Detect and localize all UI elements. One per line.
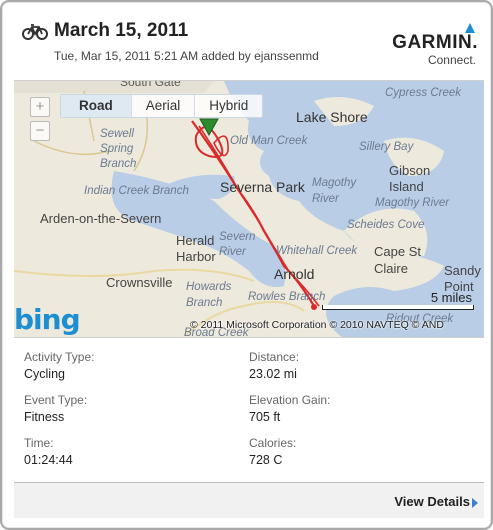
map-label: Crownsville — [106, 275, 173, 290]
map-label: South Gate — [120, 80, 181, 89]
map-label: Arden-on-the-Severn — [40, 211, 162, 226]
detail-value: 728 C — [249, 453, 283, 467]
map-label: Sillery Bay — [359, 141, 414, 153]
detail-activity-type: Activity Type: Cycling — [24, 350, 94, 381]
detail-distance: Distance: 23.02 mi — [249, 350, 299, 381]
detail-label: Calories: — [249, 436, 297, 450]
map-label: Howards Branch — [186, 281, 232, 309]
detail-label: Time: — [24, 436, 54, 450]
detail-label: Distance: — [249, 350, 300, 364]
scale-label: 5 miles — [430, 290, 472, 305]
garmin-connect-logo[interactable]: GARMIN. Connect. — [382, 20, 478, 68]
view-details-link[interactable]: View Details — [394, 494, 470, 509]
tab-road[interactable]: Road — [61, 95, 132, 117]
map-label: Cypress Creek — [385, 87, 462, 99]
map-view-tabs: Road Aerial Hybrid — [60, 94, 264, 118]
arrow-right-icon[interactable] — [472, 498, 478, 508]
bing-logo: bing — [14, 303, 81, 336]
detail-calories: Calories: 728 C — [249, 436, 296, 467]
detail-value: 01:24:44 — [24, 453, 73, 467]
map-copyright: © 2011 Microsoft Corporation © 2010 NAVT… — [190, 319, 444, 331]
detail-elevation-gain: Elevation Gain: 705 ft — [249, 393, 330, 424]
map-label: Arnold — [274, 266, 315, 282]
tab-aerial[interactable]: Aerial — [132, 95, 196, 117]
map-label: Indian Creek Branch — [84, 185, 189, 197]
bicycle-icon — [22, 24, 48, 40]
card-footer: View Details — [14, 482, 484, 518]
activity-subtitle: Tue, Mar 15, 2011 5:21 AM added by ejans… — [54, 49, 319, 63]
map-label: Severna Park — [220, 179, 305, 195]
activity-title: March 15, 2011 — [54, 20, 189, 41]
zoom-in-button[interactable]: + — [30, 97, 50, 117]
detail-label: Activity Type: — [24, 350, 95, 364]
map-label: Magothy River — [375, 197, 450, 209]
activity-card: March 15, 2011 Tue, Mar 15, 2011 5:21 AM… — [0, 0, 493, 530]
map-label: Whitehall Creek — [276, 245, 358, 257]
map-label: Lake Shore — [296, 109, 368, 125]
detail-label: Elevation Gain: — [249, 393, 331, 407]
map-label: Magothy River — [312, 177, 357, 205]
brand-sub: Connect. — [427, 53, 476, 67]
map-label: Gibson Island — [389, 163, 431, 194]
detail-time: Time: 01:24:44 — [24, 436, 73, 467]
detail-value: Cycling — [24, 367, 65, 381]
zoom-out-button[interactable]: − — [30, 121, 50, 141]
detail-event-type: Event Type: Fitness — [24, 393, 87, 424]
map-label: Scheides Cove — [347, 219, 425, 231]
map-label: Severn River — [219, 231, 256, 258]
map-scale: 5 miles — [322, 290, 474, 310]
scale-bar — [322, 305, 474, 310]
map-label: Old Man Creek — [230, 135, 308, 147]
detail-value: 705 ft — [249, 410, 281, 424]
map-label: Cape St Claire — [374, 244, 421, 276]
brand-name: GARMIN. — [392, 32, 478, 53]
activity-details: Activity Type: Cycling Distance: 23.02 m… — [14, 338, 484, 482]
card-header: March 15, 2011 Tue, Mar 15, 2011 5:21 AM… — [14, 14, 482, 70]
map-label: Sewell Spring Branch — [100, 128, 137, 170]
map-label: Rowles Branch — [248, 291, 326, 303]
route-map[interactable]: South Gate Lake Shore Cypress Creek Old … — [14, 80, 484, 338]
detail-value: Fitness — [24, 410, 65, 424]
detail-label: Event Type: — [24, 393, 88, 407]
tab-hybrid[interactable]: Hybrid — [195, 95, 262, 117]
detail-value: 23.02 mi — [249, 367, 297, 381]
